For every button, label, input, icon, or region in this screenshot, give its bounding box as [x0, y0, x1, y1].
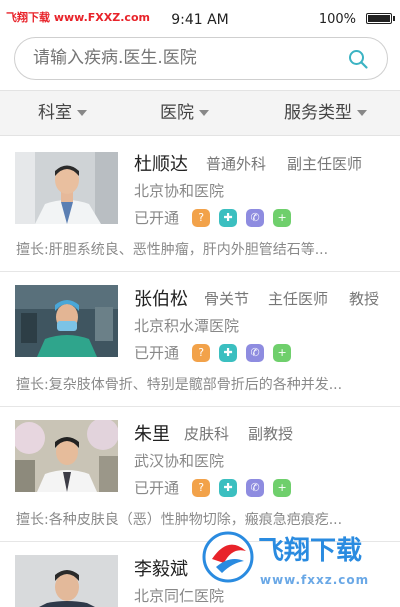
battery-percent: 100% [318, 12, 356, 27]
doctor-card[interactable]: 张伯松 骨关节 主任医师 教授 北京积水潭医院 已开通 ? ✚ ✆ + 擅长:复杂肢体… [0, 272, 400, 407]
service-row: 已开通 ? ✚ ✆ + [134, 342, 300, 362]
doctor-department: 骨关节 [204, 290, 250, 308]
search-icon[interactable] [347, 48, 369, 70]
filter-department-label: 科室 [38, 103, 72, 123]
service-row: 已开通 ? ✚ ✆ + [134, 207, 300, 227]
service-status: 已开通 [134, 344, 180, 362]
battery-icon [366, 13, 395, 24]
status-bar: 飞翔下载 www.FXXZ.com 9:41 AM 100% [0, 0, 400, 38]
clinic-icon[interactable]: ✚ [219, 343, 238, 362]
doctor-name: 张伯松 [134, 289, 188, 310]
clinic-icon[interactable]: ✚ [219, 478, 238, 497]
doctor-specialty: 擅长:肝胆系统良、恶性肿瘤，肝内外胆管结石等... [16, 242, 329, 258]
service-status: 已开通 [134, 209, 180, 227]
plus-icon[interactable]: + [273, 208, 292, 227]
doctor-title: 副主任医师 [287, 155, 363, 173]
doctor-department: 普通外科 [206, 155, 267, 173]
filter-bar: 科室 医院 服务类型 [0, 90, 400, 136]
doctor-specialty: 擅长:各种皮肤良（恶）性肿物切除，瘢痕急疤痕疙... [16, 512, 343, 528]
consult-icon[interactable]: ? [192, 478, 211, 497]
chevron-down-icon [357, 110, 367, 116]
doctor-hospital: 北京积水潭医院 [134, 317, 240, 335]
doctor-photo [15, 285, 118, 357]
phone-icon[interactable]: ✆ [246, 343, 265, 362]
watermark-url: www.fxxz.com [260, 573, 370, 587]
filter-service-type-label: 服务类型 [284, 103, 352, 123]
watermark-logo-text: 飞翔下载 [258, 536, 362, 566]
filter-hospital[interactable]: 医院 [160, 91, 209, 135]
doctor-specialty: 擅长:复杂肢体骨折、特别是髋部骨折后的各种并发... [16, 377, 343, 393]
doctor-hospital: 北京同仁医院 [134, 587, 225, 605]
doctor-name: 杜顺达 [134, 154, 188, 175]
phone-icon[interactable]: ✆ [246, 478, 265, 497]
doctor-department: 皮肤科 [184, 425, 230, 443]
consult-icon[interactable]: ? [192, 343, 211, 362]
plus-icon[interactable]: + [273, 343, 292, 362]
doctor-name: 朱里 [134, 424, 170, 445]
search-input[interactable] [33, 38, 333, 79]
doctor-title: 副教授 [248, 425, 294, 443]
doctor-card[interactable]: 朱里 皮肤科 副教授 武汉协和医院 已开通 ? ✚ ✆ + 擅长:各种皮肤良（恶）性肿… [0, 407, 400, 542]
doctor-photo [15, 152, 118, 224]
doctor-extra-title: 教授 [349, 290, 380, 308]
chevron-down-icon [77, 110, 87, 116]
plus-icon[interactable]: + [273, 478, 292, 497]
phone-icon[interactable]: ✆ [246, 208, 265, 227]
filter-hospital-label: 医院 [160, 103, 194, 123]
doctor-hospital: 北京协和医院 [134, 182, 225, 200]
doctor-card[interactable]: 杜顺达 普通外科 副主任医师 北京协和医院 已开通 ? ✚ ✆ + 擅长:肝胆系统良、… [0, 137, 400, 272]
search-box[interactable] [14, 37, 388, 80]
doctor-name: 李毅斌 [134, 559, 188, 580]
filter-service-type[interactable]: 服务类型 [284, 91, 367, 135]
service-status: 已开通 [134, 479, 180, 497]
doctor-photo [15, 420, 118, 492]
doctor-photo [15, 555, 118, 607]
chevron-down-icon [199, 110, 209, 116]
clinic-icon[interactable]: ✚ [219, 208, 238, 227]
doctor-hospital: 武汉协和医院 [134, 452, 225, 470]
consult-icon[interactable]: ? [192, 208, 211, 227]
doctor-title: 主任医师 [268, 290, 329, 308]
filter-department[interactable]: 科室 [38, 91, 87, 135]
service-row: 已开通 ? ✚ ✆ + [134, 477, 300, 497]
